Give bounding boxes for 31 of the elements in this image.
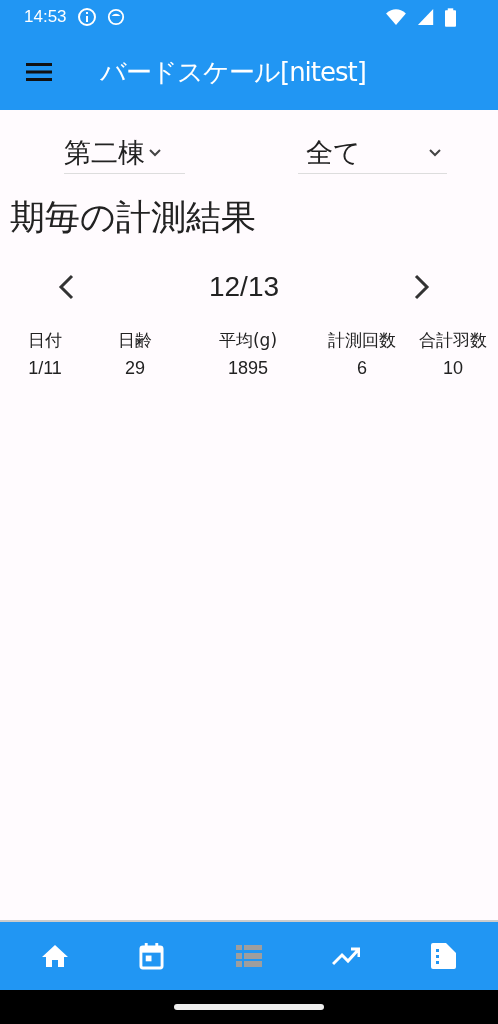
table-cell: 6 (357, 358, 367, 379)
column-header: 日付 (28, 329, 62, 352)
section-title: 期毎の計測結果 (9, 196, 257, 239)
column-header: 平均(g) (218, 329, 278, 352)
status-time: 14:53 (24, 7, 67, 27)
info-icon (76, 7, 97, 27)
list-icon (235, 945, 262, 967)
battery-icon (445, 7, 456, 27)
next-icon[interactable] (414, 274, 430, 300)
previous-icon[interactable] (58, 274, 74, 300)
menu-icon[interactable] (26, 62, 52, 82)
home-icon (40, 944, 69, 968)
dropdown[interactable]: 全て (298, 132, 447, 174)
calendar-icon (139, 942, 165, 970)
caret-icon (149, 148, 161, 157)
column-header: 計測回数 (328, 329, 396, 352)
table-cell: 29 (125, 358, 145, 379)
table-cell: 1/11 (28, 358, 62, 379)
column-header: 合計羽数 (419, 329, 487, 352)
app-title: バードスケール[nitest] (100, 55, 366, 89)
table-cell: 10 (443, 358, 463, 379)
column-header: 日齢 (118, 329, 152, 352)
document-icon (430, 943, 457, 969)
period-label: 12/13 (208, 271, 280, 303)
trend-icon (332, 946, 361, 966)
caret-icon (429, 148, 441, 157)
dropdown[interactable]: 第二棟 (64, 132, 185, 174)
signal-icon (417, 8, 435, 26)
notification-icon (106, 8, 125, 26)
table-cell: 1895 (227, 358, 268, 379)
wifi-icon (385, 8, 407, 26)
